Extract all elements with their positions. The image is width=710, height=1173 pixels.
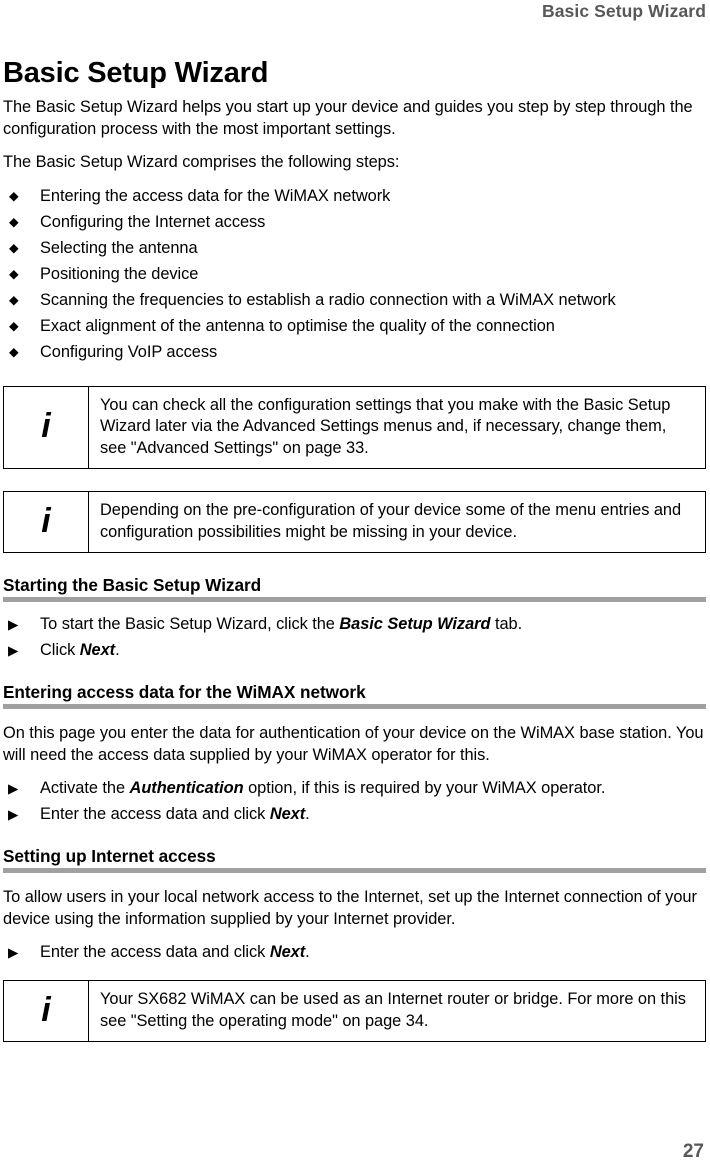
action-text-post: . [115,641,120,659]
triangle-bullet-icon: ▶ [8,781,19,796]
list-item: ◆ Configuring the Internet access [3,212,706,234]
entering-access-data-paragraph: On this page you enter the data for auth… [3,724,704,764]
list-item: ◆ Scanning the frequencies to establish … [3,290,706,312]
section-heading-starting-wizard: Starting the Basic Setup Wizard [3,575,262,595]
note-icon-cell: i [4,981,89,1041]
list-item: ▶ Enter the access data and click Next. [3,942,706,964]
starting-wizard-actions: ▶ To start the Basic Setup Wizard, click… [3,614,706,662]
note-text-cell: You can check all the configuration sett… [89,387,705,469]
page-number: 27 [682,1141,704,1162]
note-box-preconfiguration: i Depending on the pre-configuration of … [3,491,706,553]
list-item-label: Scanning the frequencies to establish a … [40,290,616,309]
note-box-operating-mode: i Your SX682 WiMAX can be used as an Int… [3,980,706,1042]
diamond-bullet-icon: ◆ [9,292,19,307]
note-text: You can check all the configuration sett… [100,395,671,457]
wizard-steps-list: ◆ Entering the access data for the WiMAX… [3,186,706,364]
triangle-bullet-icon: ▶ [8,945,19,960]
internet-access-actions: ▶ Enter the access data and click Next. [3,942,706,964]
action-text-emphasis: Next [269,805,306,823]
action-text-post: option, if this is required by your WiMA… [243,779,606,797]
action-text-pre: Enter the access data and click [40,943,270,961]
list-item-label: Selecting the antenna [40,238,198,257]
action-text-emphasis: Next [79,641,116,659]
section-heading-entering-access-data: Entering access data for the WiMAX netwo… [3,682,366,702]
list-item: ◆ Configuring VoIP access [3,342,706,364]
diamond-bullet-icon: ◆ [9,266,19,281]
action-text-emphasis: Authentication [129,779,244,797]
triangle-bullet-icon: ▶ [8,617,19,632]
list-item-label: Configuring the Internet access [40,212,266,231]
note-text: Depending on the pre-configuration of yo… [100,501,682,541]
triangle-bullet-icon: ▶ [8,643,19,658]
list-item: ▶ Click Next. [3,640,706,662]
list-item-label: Positioning the device [40,264,199,283]
list-item: ◆ Exact alignment of the antenna to opti… [3,316,706,338]
list-item-label: Exact alignment of the antenna to optimi… [40,316,555,335]
note-icon-cell: i [4,492,89,552]
list-item: ▶ Enter the access data and click Next. [3,804,706,826]
note-box-advanced-settings: i You can check all the configuration se… [3,385,706,469]
intro-paragraph-1: The Basic Setup Wizard helps you start u… [3,98,693,138]
entering-access-data-actions: ▶ Activate the Authentication option, if… [3,778,706,826]
list-item: ◆ Positioning the device [3,264,706,286]
list-item: ◆ Selecting the antenna [3,238,706,260]
action-text-pre: Activate the [40,779,130,797]
note-text: Your SX682 WiMAX can be used as an Inter… [100,990,686,1030]
list-item: ◆ Entering the access data for the WiMAX… [3,186,706,208]
action-text-pre: To start the Basic Setup Wizard, click t… [40,615,340,633]
action-text-post: . [305,943,310,961]
action-text-post: . [305,805,310,823]
triangle-bullet-icon: ▶ [8,807,19,822]
list-item: ▶ To start the Basic Setup Wizard, click… [3,614,706,636]
list-item: ▶ Activate the Authentication option, if… [3,778,706,800]
info-icon: i [41,502,51,540]
intro-paragraph-2: The Basic Setup Wizard comprises the fol… [3,153,400,171]
document-page: Basic Setup Wizard Basic Setup Wizard Th… [0,0,710,1173]
diamond-bullet-icon: ◆ [9,318,19,333]
diamond-bullet-icon: ◆ [9,214,19,229]
running-header-title: Basic Setup Wizard [541,1,706,21]
action-text-emphasis: Next [269,943,306,961]
internet-access-paragraph: To allow users in your local network acc… [3,888,697,928]
action-text-emphasis: Basic Setup Wizard [339,615,491,633]
info-icon: i [41,407,51,446]
action-text-pre: Click [40,641,80,659]
list-item-label: Configuring VoIP access [40,342,218,361]
info-icon: i [41,991,51,1029]
note-text-cell: Depending on the pre-configuration of yo… [89,492,705,552]
diamond-bullet-icon: ◆ [9,188,19,203]
note-icon-cell: i [4,386,89,468]
diamond-bullet-icon: ◆ [9,240,19,255]
note-text-cell: Your SX682 WiMAX can be used as an Inter… [89,981,705,1041]
diamond-bullet-icon: ◆ [9,344,19,359]
action-text-post: tab. [490,615,523,633]
action-text-pre: Enter the access data and click [40,805,270,823]
section-heading-internet-access: Setting up Internet access [3,846,216,866]
list-item-label: Entering the access data for the WiMAX n… [40,186,391,205]
document-body: The Basic Setup Wizard helps you start u… [3,97,706,1042]
page-title: Basic Setup Wizard [3,57,269,90]
